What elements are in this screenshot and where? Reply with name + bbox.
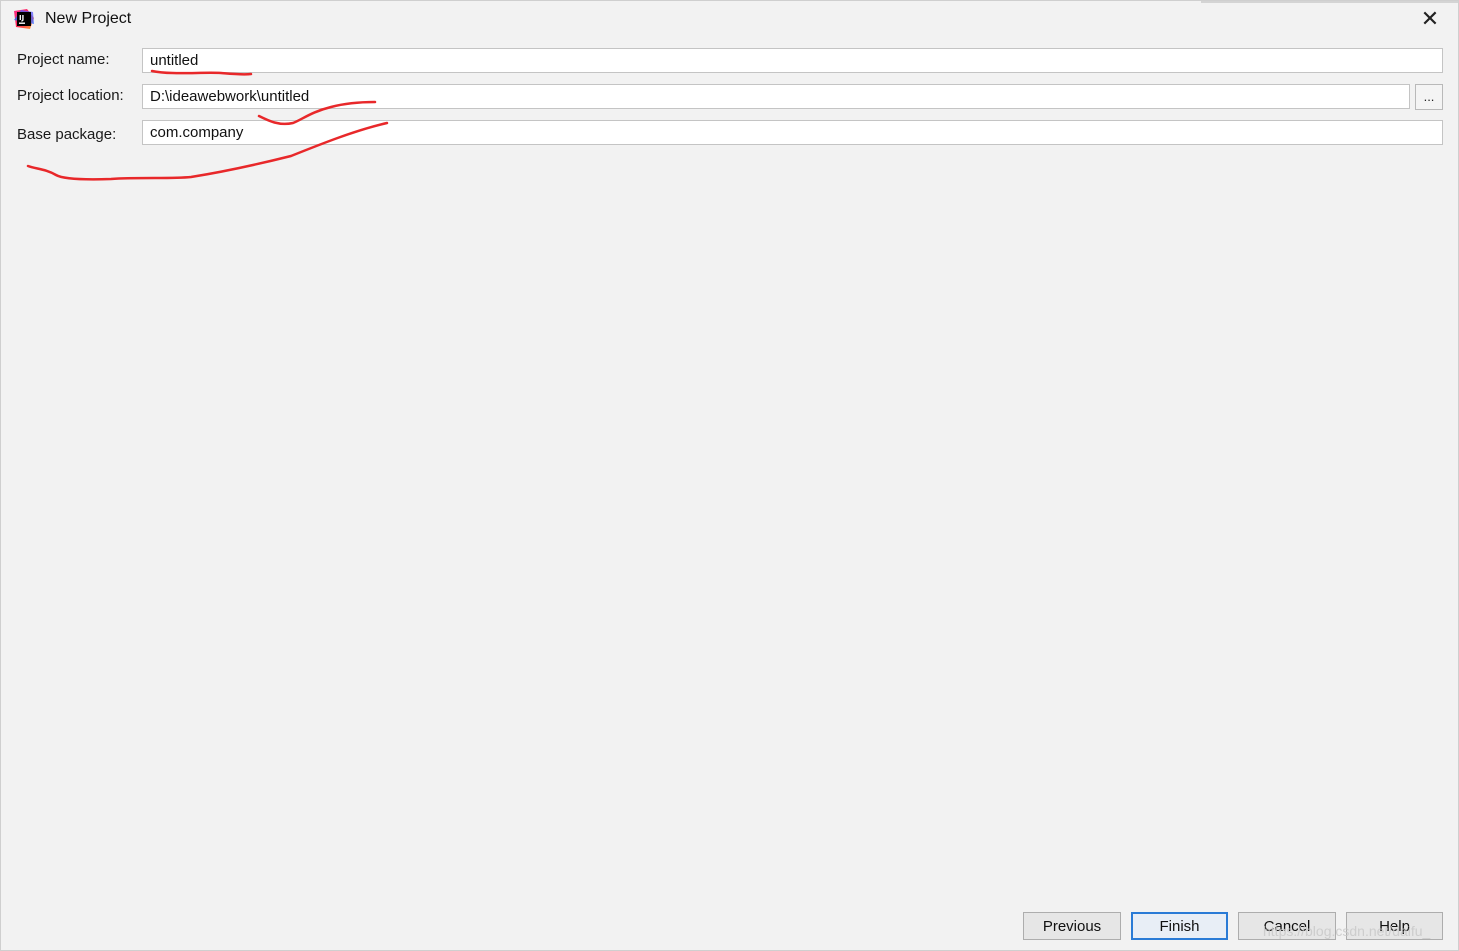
browse-button[interactable]: ... — [1415, 84, 1443, 110]
window-title: New Project — [45, 10, 132, 27]
previous-button[interactable]: Previous — [1023, 912, 1121, 940]
intellij-idea-icon: IJ — [14, 9, 34, 29]
base-package-input[interactable] — [142, 120, 1443, 145]
previous-button-label: Previous — [1042, 918, 1102, 935]
help-button[interactable]: Help — [1346, 912, 1443, 940]
project-name-label: Project name: — [17, 51, 110, 68]
project-location-label-text: Project location: — [17, 87, 124, 104]
help-button-label: Help — [1379, 918, 1410, 935]
close-icon[interactable]: ✕ — [1418, 8, 1442, 30]
finish-button-label: Finish — [1159, 918, 1200, 935]
project-name-label-text: Project name: — [17, 51, 110, 68]
cancel-button-label: Cancel — [1263, 918, 1311, 935]
new-project-dialog: IJ New Project ✕ Project name: Project l… — [0, 0, 1459, 951]
project-location-label: Project location: — [17, 87, 124, 104]
cancel-button[interactable]: Cancel — [1238, 912, 1336, 940]
project-location-input[interactable] — [142, 84, 1410, 109]
title-bar: IJ New Project ✕ — [1, 1, 1458, 37]
project-name-input[interactable] — [142, 48, 1443, 73]
base-package-label: Base package: — [17, 126, 116, 143]
base-package-label-text: Base package: — [17, 126, 117, 143]
svg-text:IJ: IJ — [19, 14, 24, 22]
finish-button[interactable]: Finish — [1131, 912, 1228, 940]
